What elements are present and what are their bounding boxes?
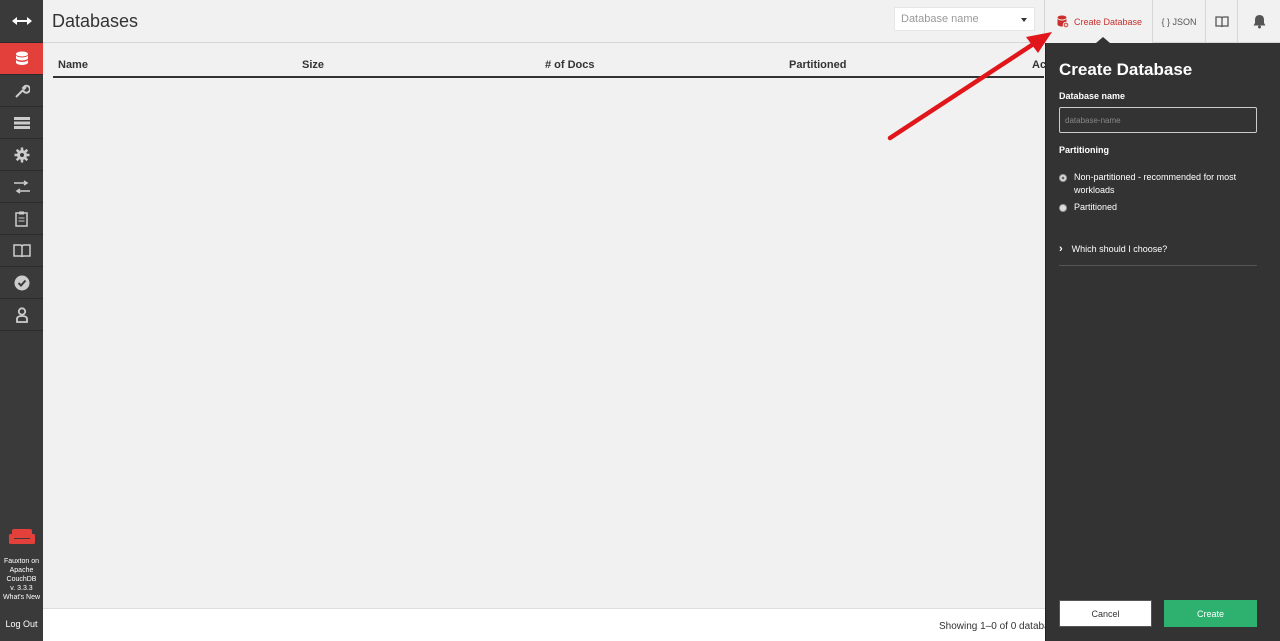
toggle-icon [11,17,32,25]
sidebar-item-setup[interactable] [0,75,43,107]
database-name-placeholder: database-name [1065,116,1121,125]
chevron-right-icon: › [1059,243,1063,255]
column-header-size[interactable]: Size [302,59,324,71]
create-database-tray: Create Database Database name database-n… [1045,43,1280,641]
databases-icon [15,51,28,65]
fauxton-footer-line1: Fauxton on [3,558,40,565]
version-text: v. 3.3.3 [10,585,33,592]
apache-link[interactable]: Apache [0,566,43,575]
documentation-button[interactable] [1205,0,1237,43]
sidebar-item-active-tasks[interactable] [0,107,43,139]
column-header-name[interactable]: Name [58,59,88,71]
bell-icon [1253,15,1265,29]
page-title: Databases [52,11,139,31]
json-label: { } JSON [1161,16,1197,27]
clipboard-icon [15,211,28,227]
logout-link[interactable]: Log Out [0,619,43,629]
database-name-label: Database name [1059,91,1126,101]
sidebar-item-replication[interactable] [0,171,43,203]
cancel-button[interactable]: Cancel [1059,600,1152,627]
column-header-docs[interactable]: # of Docs [545,59,595,71]
whats-new-link[interactable]: What's New [0,593,43,602]
divider [1059,265,1257,266]
sidebar-item-verify[interactable] [0,267,43,299]
replication-icon [13,179,30,194]
couch-logo-icon [9,529,35,544]
radio-non-partitioned[interactable]: Non-partitioned - recommended for most w… [1059,171,1257,197]
active-tasks-icon [13,116,30,129]
header: Databases Database name Create Database … [43,0,1280,43]
which-should-i-choose-label: Which should I choose? [1071,244,1168,254]
create-database-label: Create Database [1074,16,1143,27]
json-button[interactable]: { } JSON [1152,0,1205,43]
check-icon [14,275,29,290]
radio-unselected-icon[interactable] [1059,204,1067,212]
chevron-down-icon [1021,18,1027,22]
partitioning-label: Partitioning [1059,145,1109,155]
database-plus-icon [1057,15,1069,28]
book-icon [12,243,31,257]
sidebar-toggle-button[interactable] [0,0,43,43]
database-name-input[interactable]: database-name [1059,107,1257,133]
which-should-i-choose-toggle[interactable]: › Which should I choose? [1059,243,1167,255]
tray-title: Create Database [1059,60,1193,79]
couchdb-link[interactable]: CouchDB [0,575,43,584]
database-search-select[interactable]: Database name [894,7,1035,31]
database-search-placeholder: Database name [901,13,979,25]
notifications-button[interactable] [1237,0,1280,43]
pagination-status: Showing 1–0 of 0 databas [939,621,1055,632]
sidebar-item-databases[interactable] [0,43,43,75]
radio-selected-icon[interactable] [1059,174,1067,182]
radio-non-partitioned-label: Non-partitioned - recommended for most w… [1074,172,1237,195]
sidebar-item-documentation-logs[interactable] [0,203,43,235]
gear-icon [14,147,29,162]
pagination-footer: Showing 1–0 of 0 databas [43,608,1055,641]
user-icon [15,306,28,323]
sidebar-item-user[interactable] [0,299,43,331]
radio-partitioned[interactable]: Partitioned [1059,201,1257,214]
create-button[interactable]: Create [1164,600,1257,627]
book-icon [1214,15,1229,27]
radio-partitioned-label: Partitioned [1074,202,1118,212]
column-header-partitioned[interactable]: Partitioned [789,59,846,71]
wrench-icon [14,84,30,98]
sidebar: Fauxton on Apache CouchDB v. 3.3.3 What'… [0,0,43,641]
sidebar-item-config[interactable] [0,139,43,171]
databases-table-header: Name Size # of Docs Partitioned Ac [53,56,1047,78]
column-header-actions: Ac [1032,59,1047,71]
sidebar-item-docs[interactable] [0,235,43,267]
